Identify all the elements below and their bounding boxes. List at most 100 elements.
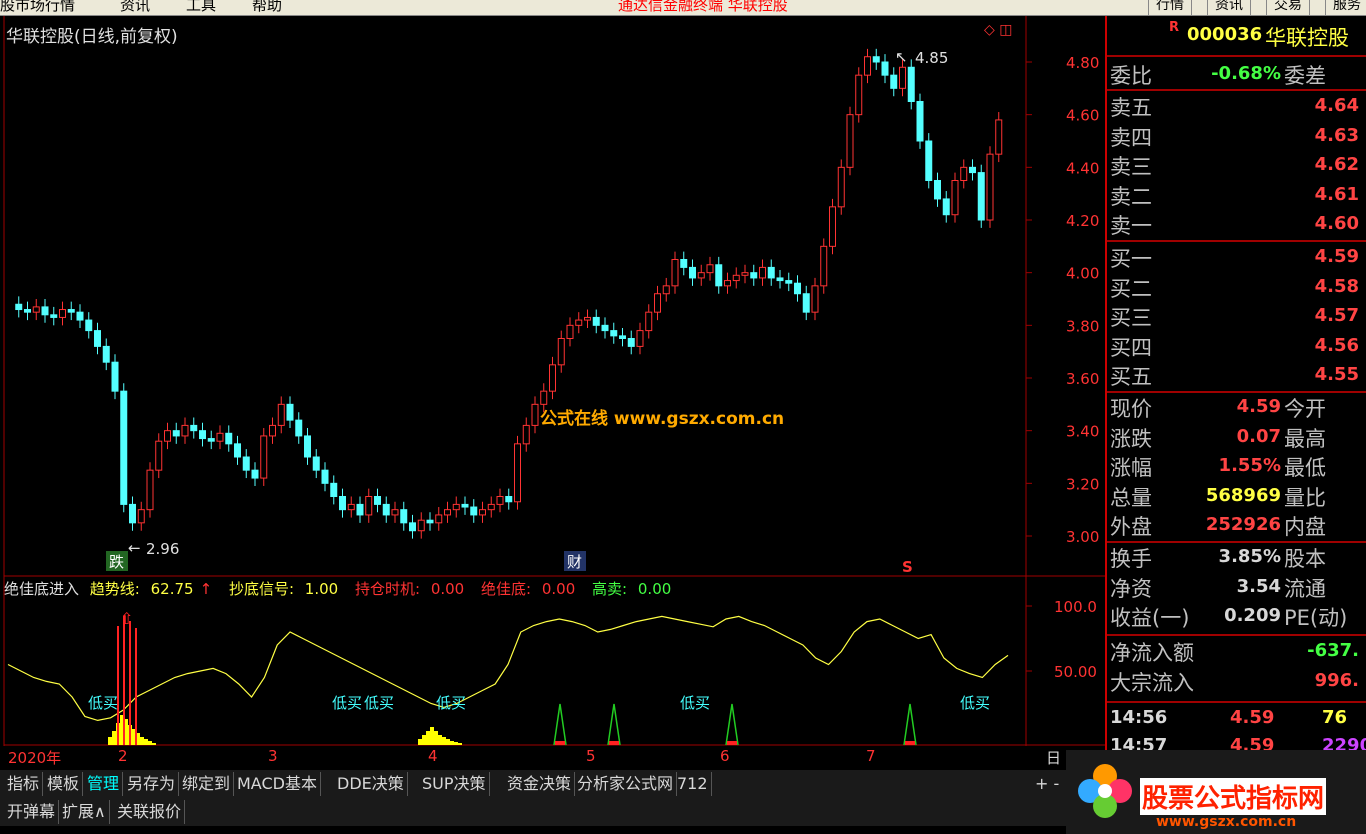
stat-row-label: 外盘 (1110, 515, 1152, 540)
candle-body (549, 364, 556, 392)
menu-bar: 股市场行情 资讯 工具 帮助 通达信金融终端 华联控股 行情 资讯 交易 服务 (0, 0, 1366, 16)
candle-body (216, 432, 224, 442)
signal-base (609, 741, 619, 745)
stat-row-label: 现价 (1110, 397, 1152, 421)
candle-body (487, 503, 495, 511)
high-price-label: 4.85 (915, 49, 948, 67)
candle-body (286, 403, 294, 421)
candle-body (916, 101, 924, 142)
candle-body (837, 166, 845, 208)
candle-body (50, 314, 58, 318)
price-tick-label: 3.00 (1066, 528, 1099, 546)
candle-body (505, 496, 513, 503)
tab-8[interactable]: 资金决策 (504, 772, 576, 796)
stat-row-value: 252926 (1205, 514, 1281, 536)
signal-bar (450, 741, 454, 745)
candle-body (540, 390, 548, 405)
formula-tabbar: 指标 模板 管理 另存为 绑定到 MACD基本 DDE决策 SUP决策 资金决策 分析家公式网 71… (0, 770, 1070, 798)
candle-body (339, 496, 346, 511)
top-btn-trade[interactable]: 交易 (1266, 0, 1310, 15)
signal-bar (152, 743, 156, 745)
candle-body (907, 66, 915, 102)
r-badge: R (1169, 20, 1180, 35)
candle-body (269, 424, 276, 437)
menu-help[interactable]: 帮助 (252, 0, 282, 15)
stat-row-label2: 内盘 (1284, 515, 1326, 540)
candle-body (94, 330, 101, 347)
candle-body (312, 456, 320, 471)
buy-level-value: 4.55 (1314, 364, 1359, 386)
ind-tick-label: 100.0 (1054, 598, 1097, 616)
hold-label: 持仓时机: 0.00 (354, 580, 465, 598)
signal-bar (454, 742, 458, 745)
top-btn-quote[interactable]: 行情 (1148, 0, 1192, 15)
candle-body (750, 272, 758, 279)
window-caption: 通达信金融终端 华联控股 (618, 0, 788, 14)
tab-2[interactable]: 关联报价 (114, 800, 186, 824)
tab-10[interactable]: 712 (674, 772, 712, 796)
tab-1[interactable]: 扩展∧ (59, 800, 110, 824)
candle-body (330, 482, 338, 498)
signal-bar (434, 731, 438, 745)
candle-body (391, 509, 399, 516)
quote-panel: R 000036 华联控股 委比 -0.68% 委差 卖五 4.64 卖四 4.63 卖… (1105, 16, 1366, 761)
logo-url: www.gszx.com.cn (1156, 814, 1297, 830)
candle-body (129, 503, 136, 524)
tab-scroll-buttons[interactable]: + - (1035, 774, 1059, 793)
sell-level-label: 卖三 (1110, 155, 1152, 180)
tick-field: 4.59 (1230, 707, 1275, 728)
buy-level-label: 买五 (1110, 365, 1152, 390)
stat-row-label: 涨跌 (1110, 426, 1152, 451)
flow-row-label: 大宗流入 (1110, 670, 1194, 695)
candle-body (636, 330, 644, 347)
signal-bar (438, 735, 442, 745)
menu-news[interactable]: 资讯 (120, 0, 150, 15)
tab-9[interactable]: 分析家公式网 (574, 772, 678, 796)
tab-0[interactable]: 指标 (4, 772, 44, 796)
signal-bar (430, 727, 434, 745)
candle-body (470, 506, 478, 516)
top-btn-service[interactable]: 服务 (1325, 0, 1366, 15)
stat-row: 收益(一) 0.209 PE(动) (1110, 602, 1365, 630)
signal-base (555, 741, 565, 745)
price-tick-label: 4.40 (1066, 159, 1099, 177)
candle-body (426, 519, 434, 524)
candle-body (881, 61, 889, 76)
signal-bar (140, 737, 144, 745)
candle-body (741, 272, 749, 276)
date-label: 3 (268, 747, 278, 765)
candle-body (662, 285, 670, 295)
stat-row-value: 3.54 (1236, 575, 1281, 597)
stat-row: 现价 4.59 今开 (1110, 393, 1365, 421)
stat-row-label: 收益(一) (1110, 606, 1190, 631)
kline-chart[interactable]: 4.80 4.60 4.40 4.20 4.00 3.80 3.60 3.40 3.20 3.00… (0, 16, 1105, 761)
menu-market[interactable]: 股市场行情 (0, 0, 75, 15)
sell-level-label: 卖二 (1110, 184, 1152, 209)
date-label: 7 (866, 747, 876, 765)
candle-body (820, 245, 828, 287)
menu-tools[interactable]: 工具 (186, 0, 216, 15)
tab-4[interactable]: 绑定到 (179, 772, 235, 796)
tab-5[interactable]: MACD基本 (234, 772, 321, 796)
tick-field: 14:56 (1110, 707, 1168, 728)
stat-row-label2: PE(动) (1284, 606, 1348, 631)
tab-7[interactable]: SUP决策 (419, 772, 490, 796)
candle-body (584, 316, 591, 321)
buy-level: 买三 4.57 (1110, 302, 1365, 330)
chart-corner-icons[interactable]: ◇ ◫ (984, 22, 1012, 38)
signal-bar (108, 737, 112, 745)
stat-row-value: 0.209 (1224, 605, 1281, 627)
tab-2[interactable]: 管理 (84, 772, 124, 796)
tick-row: 14:56 4.59 76 (1110, 704, 1365, 732)
candle-body (872, 56, 880, 63)
tab-6[interactable]: DDE决策 (334, 772, 408, 796)
stat-row: 净资 3.54 流通 (1110, 573, 1365, 601)
top-btn-news[interactable]: 资讯 (1207, 0, 1251, 15)
tab-3[interactable]: 另存为 (124, 772, 180, 796)
candle-body (251, 469, 259, 479)
candle-body (365, 496, 373, 516)
tab-0[interactable]: 开弹幕 (4, 800, 60, 824)
tab-1[interactable]: 模板 (44, 772, 84, 796)
watermark-text: 公式在线 www.gszx.com.cn (540, 408, 784, 429)
candle-body (951, 180, 959, 216)
